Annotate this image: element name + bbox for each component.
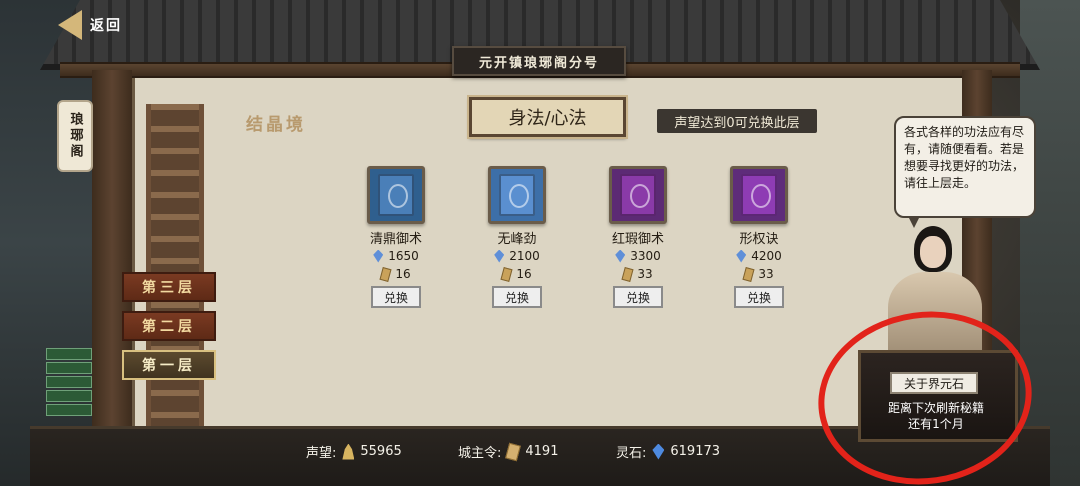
book-cover-icon (499, 174, 535, 216)
realm-title: 结晶境 (246, 115, 306, 135)
back-arrow-icon (58, 10, 82, 40)
book-name: 红瑕御术 (611, 232, 664, 247)
book-cover-icon (741, 174, 777, 216)
fame-value: 55965 (360, 444, 402, 459)
token-value: 4191 (525, 444, 559, 459)
fame-label: 声望: (306, 446, 337, 461)
book-icon[interactable] (367, 166, 425, 224)
exchange-button[interactable]: 兑换 (613, 286, 663, 308)
about-realm-stone-button[interactable]: 关于界元石 (890, 372, 978, 394)
gem-cost: 4200 (704, 247, 814, 265)
shop-name-plaque: 元开镇琅琊阁分号 (452, 46, 626, 76)
left-menu-item[interactable] (46, 376, 92, 388)
bookshelf (146, 104, 204, 434)
refresh-text-line: 距离下次刷新秘籍 (887, 401, 984, 415)
book-item: 清鼎御术 1650 16 兑换 (341, 166, 451, 308)
book-item: 形权诀 4200 33 兑换 (704, 166, 814, 308)
gem-cost: 1650 (341, 247, 451, 265)
currency-city-token: 城主令: 4191 (458, 442, 558, 461)
token-label: 城主令: (458, 446, 502, 461)
city-token-icon (500, 266, 513, 282)
book-cover-icon (378, 174, 414, 216)
spirit-stone-icon (652, 443, 665, 460)
left-menu-item[interactable] (46, 348, 92, 360)
spirit-stone-icon (494, 249, 505, 263)
token-cost: 16 (462, 265, 572, 283)
category-tab[interactable]: 身法/心法 (467, 95, 628, 139)
city-token-icon (742, 266, 755, 282)
back-label: 返回 (90, 18, 122, 34)
left-menu-item[interactable] (46, 362, 92, 374)
gem-cost: 2100 (462, 247, 572, 265)
shopkeeper-npc (880, 220, 990, 360)
book-name: 无峰劲 (497, 232, 537, 247)
city-token-icon (621, 266, 634, 282)
npc-speech-bubble: 各式各样的功法应有尽有，请随便看看。若是想要寻找更好的功法，请往上层走。 (894, 116, 1036, 228)
exchange-button[interactable]: 兑换 (371, 286, 421, 308)
back-button[interactable]: 返回 (58, 10, 122, 40)
side-sign: 琅琊阁 (57, 100, 93, 172)
spirit-stone-icon (736, 249, 747, 263)
reputation-requirement: 声望达到0可兑换此层 (657, 109, 817, 133)
spirit-stone-icon (373, 249, 384, 263)
spirit-stone-icon (615, 249, 626, 263)
npc-body (888, 272, 982, 360)
gem-cost: 3300 (583, 247, 693, 265)
city-token-icon (505, 442, 522, 461)
left-menu-list (46, 348, 92, 418)
book-name: 形权诀 (739, 232, 779, 247)
left-menu-item[interactable] (46, 390, 92, 402)
token-cost: 33 (704, 265, 814, 283)
city-token-icon (379, 266, 392, 282)
book-icon[interactable] (730, 166, 788, 224)
book-item: 红瑕御术 3300 33 兑换 (583, 166, 693, 308)
book-icon[interactable] (609, 166, 667, 224)
book-name: 清鼎御术 (369, 232, 422, 247)
token-cost: 16 (341, 265, 451, 283)
floor-button-3[interactable]: 第三层 (122, 272, 216, 302)
book-item: 无峰劲 2100 16 兑换 (462, 166, 572, 308)
token-cost: 33 (583, 265, 693, 283)
book-cover-icon (620, 174, 656, 216)
book-icon[interactable] (488, 166, 546, 224)
exchange-button[interactable]: 兑换 (734, 286, 784, 308)
refresh-text-line: 还有1个月 (908, 417, 964, 431)
floor-button-2[interactable]: 第二层 (122, 311, 216, 341)
refresh-countdown: 距离下次刷新秘籍 还有1个月 (866, 400, 1006, 432)
left-menu-item[interactable] (46, 404, 92, 416)
exchange-button[interactable]: 兑换 (492, 286, 542, 308)
background-right-scenery (1020, 0, 1080, 486)
floor-button-1[interactable]: 第一层 (122, 350, 216, 380)
stone-value: 619173 (670, 444, 721, 459)
stone-label: 灵石: (616, 446, 647, 461)
fame-icon (342, 443, 355, 460)
npc-face (920, 236, 946, 268)
left-pillar (92, 70, 132, 450)
currency-fame: 声望: 55965 (306, 442, 402, 461)
currency-spirit-stone: 灵石: 619173 (616, 442, 720, 461)
